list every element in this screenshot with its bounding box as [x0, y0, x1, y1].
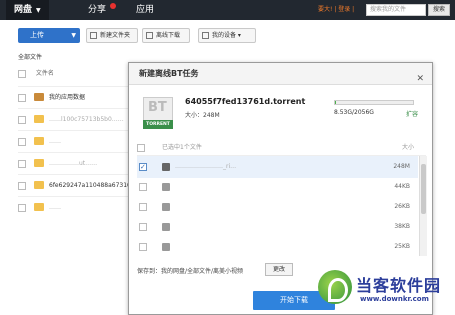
folder-plus-icon: [90, 32, 97, 39]
download-icon: [146, 32, 153, 39]
expand-link[interactable]: 扩容: [406, 109, 418, 118]
scrollbar-thumb[interactable]: [421, 164, 426, 214]
torrent-file-row[interactable]: 26KB: [137, 196, 418, 218]
quota-bar: [334, 100, 414, 105]
list-item[interactable]: ……: [18, 196, 128, 218]
file-size: 26KB: [394, 203, 410, 210]
select-all-checkbox[interactable]: [18, 69, 26, 78]
upload-label: 上传: [30, 31, 44, 39]
watermark-title: 当客软件园: [356, 276, 442, 295]
file-size: 44KB: [394, 183, 410, 190]
file-name[interactable]: 我的应用数据: [49, 87, 85, 109]
select-all-files-checkbox[interactable]: [137, 144, 145, 152]
list-item[interactable]: 6fe629247a110488a673108…: [18, 174, 141, 196]
notification-badge: [110, 3, 116, 9]
file-size: 248M: [393, 163, 410, 170]
folder-icon: [34, 115, 44, 123]
new-folder-button[interactable]: 新建文件夹: [86, 28, 138, 43]
file-size: 25KB: [394, 243, 410, 250]
image-file-icon: [162, 183, 170, 191]
save-to-path: 保存到：我的网盘/全部文件/离美小视频: [137, 268, 244, 275]
file-name[interactable]: ……l100c75713b5b0……: [49, 109, 124, 131]
upload-button[interactable]: 上传 ▼: [18, 28, 80, 43]
list-item[interactable]: 我的应用数据: [18, 86, 128, 108]
app-folder-icon: [34, 93, 44, 101]
quota-text: 8.53G/2056G: [334, 109, 374, 116]
file-checkbox[interactable]: [139, 183, 147, 191]
folder-icon: [34, 137, 44, 145]
torrent-file-row[interactable]: 25KB: [137, 236, 418, 258]
filename-column-header[interactable]: 文件名: [36, 70, 54, 77]
watermark-url: www.downkr.com: [360, 295, 429, 303]
image-file-icon: [162, 243, 170, 251]
row-checkbox[interactable]: [18, 138, 26, 146]
file-size: 38KB: [394, 223, 410, 230]
chevron-down-icon: ▼: [36, 7, 41, 14]
dialog-title: 新建离线BT任务: [139, 69, 199, 78]
tab-netdisk-label: 网盘: [14, 5, 33, 15]
my-devices-button[interactable]: 我的设备 ▾: [198, 28, 256, 43]
torrent-size: 大小：248M: [185, 112, 220, 119]
row-checkbox[interactable]: [18, 94, 26, 102]
folder-icon: [34, 181, 44, 189]
image-file-icon: [162, 203, 170, 211]
list-item[interactable]: ……l100c75713b5b0……: [18, 108, 128, 130]
quota-fill: [335, 101, 336, 104]
row-checkbox[interactable]: [18, 116, 26, 124]
row-checkbox[interactable]: [18, 182, 26, 190]
row-checkbox[interactable]: [18, 160, 26, 168]
chevron-down-icon[interactable]: ▼: [71, 28, 76, 43]
video-file-icon: [162, 163, 170, 171]
my-devices-label: 我的设备: [212, 32, 237, 39]
torrent-name: 64055f7fed13761d.torrent: [185, 97, 306, 106]
torrent-file-row[interactable]: 44KB: [137, 176, 418, 198]
torrent-file-row[interactable]: 38KB: [137, 216, 418, 238]
file-list-scrollbar[interactable]: [419, 156, 427, 256]
torrent-file-row[interactable]: ……………………_ri… 248M: [137, 156, 418, 178]
change-path-button[interactable]: 更改: [265, 263, 293, 276]
device-icon: [202, 32, 209, 39]
file-checkbox[interactable]: [139, 223, 147, 231]
bt-label: BT: [148, 100, 167, 115]
list-item[interactable]: ……………ut……: [18, 152, 128, 174]
new-folder-label: 新建文件夹: [100, 32, 131, 39]
dialog-header: 新建离线BT任务 ✕: [129, 63, 432, 85]
watermark-logo-icon: [318, 270, 352, 304]
file-select-header: 已选中1个文件 大小: [137, 140, 426, 156]
top-nav-bar: 网盘 ▼ 分享 应用 要大! | 登录 | 搜索我的文件 搜索: [0, 0, 455, 20]
toolbar: 上传 ▼ 新建文件夹 离线下载 我的设备 ▾: [0, 25, 455, 45]
row-checkbox[interactable]: [18, 204, 26, 212]
file-checkbox[interactable]: [139, 156, 147, 178]
offline-download-button[interactable]: 离线下载: [142, 28, 190, 43]
user-links[interactable]: 要大! | 登录 |: [318, 0, 354, 20]
torrent-file-icon: BT TORRENT: [143, 97, 173, 129]
search-input[interactable]: 搜索我的文件: [366, 4, 426, 16]
folder-icon: [34, 159, 44, 167]
file-name[interactable]: ……: [49, 131, 61, 153]
file-checkbox[interactable]: [139, 243, 147, 251]
file-name[interactable]: 6fe629247a110488a673108…: [49, 175, 141, 197]
folder-icon: [34, 203, 44, 211]
file-name[interactable]: ……………ut……: [49, 153, 97, 175]
image-file-icon: [162, 223, 170, 231]
tab-netdisk[interactable]: 网盘 ▼: [6, 0, 49, 20]
selected-count: 已选中1个文件: [162, 144, 202, 151]
file-name: ……………………_ri…: [175, 163, 237, 170]
tab-share[interactable]: 分享: [88, 0, 106, 20]
offline-download-label: 离线下载: [156, 32, 181, 39]
torrent-tag: TORRENT: [143, 120, 173, 129]
list-item[interactable]: ……: [18, 130, 128, 152]
breadcrumb[interactable]: 全部文件: [18, 52, 42, 61]
search-button[interactable]: 搜索: [428, 4, 450, 16]
tab-apps[interactable]: 应用: [136, 0, 154, 20]
close-icon[interactable]: ✕: [416, 68, 424, 90]
file-list-header: 文件名: [18, 66, 138, 82]
size-column-header: 大小: [401, 144, 414, 151]
file-name[interactable]: ……: [49, 197, 61, 219]
file-checkbox[interactable]: [139, 203, 147, 211]
